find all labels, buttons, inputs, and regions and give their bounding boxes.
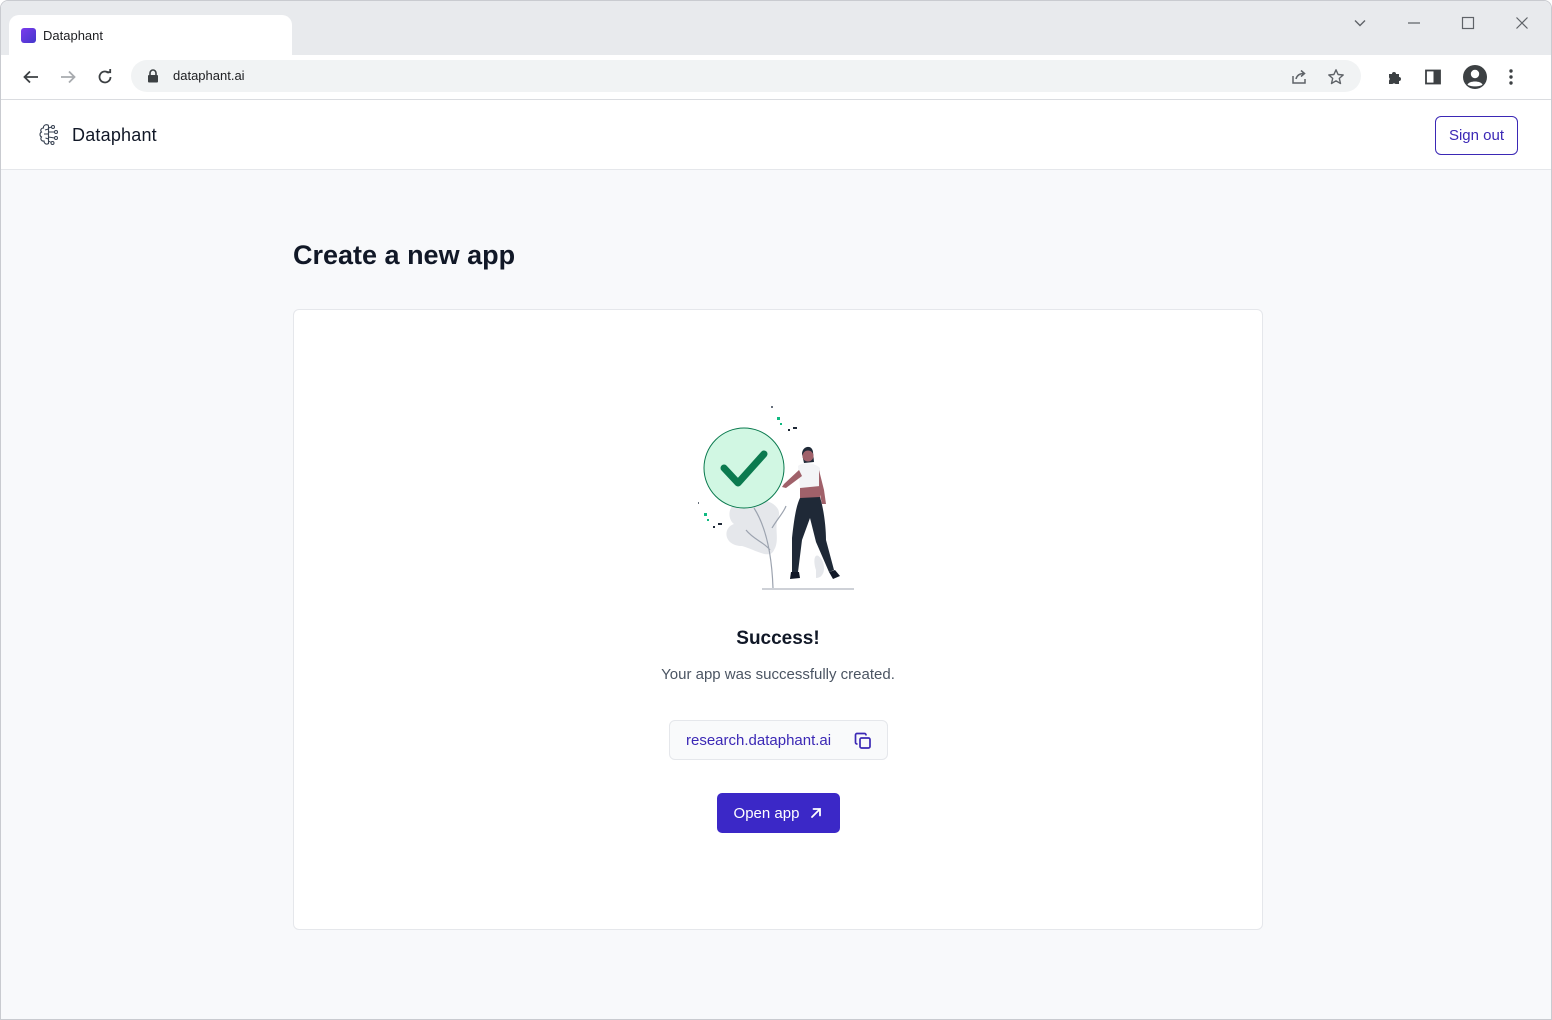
- page-content: Dataphant Sign out Create a new app Succ…: [1, 101, 1551, 1019]
- forward-arrow-icon[interactable]: [52, 61, 84, 93]
- success-card: Success! Your app was successfully creat…: [293, 309, 1263, 930]
- share-icon[interactable]: [1286, 64, 1312, 90]
- tab-search-chevron-icon[interactable]: [1345, 9, 1375, 37]
- browser-window: Dataphant dataphant.ai Dataphant Sign ou…: [0, 0, 1552, 1020]
- bookmark-star-icon[interactable]: [1323, 64, 1349, 90]
- browser-tab[interactable]: Dataphant: [9, 15, 292, 55]
- app-url-box: research.dataphant.ai: [669, 720, 888, 760]
- app-header: Dataphant Sign out: [1, 101, 1551, 170]
- success-title: Success!: [736, 628, 820, 649]
- favicon-icon: [21, 27, 36, 43]
- lock-icon[interactable]: [145, 68, 161, 84]
- close-icon[interactable]: [1507, 9, 1537, 37]
- address-bar[interactable]: dataphant.ai: [131, 60, 1361, 92]
- maximize-icon[interactable]: [1453, 9, 1483, 37]
- open-app-label: Open app: [733, 804, 800, 822]
- browser-toolbar: dataphant.ai: [1, 55, 1551, 100]
- browser-menu-icon[interactable]: [1495, 61, 1527, 93]
- page-title: Create a new app: [293, 240, 516, 270]
- extensions-puzzle-icon[interactable]: [1379, 61, 1411, 93]
- success-message: Your app was successfully created.: [661, 666, 895, 683]
- address-url[interactable]: dataphant.ai: [173, 68, 245, 83]
- app-url-text[interactable]: research.dataphant.ai: [686, 732, 831, 749]
- open-app-button[interactable]: Open app: [717, 793, 840, 833]
- minimize-icon[interactable]: [1399, 9, 1429, 37]
- back-arrow-icon[interactable]: [15, 61, 47, 93]
- brand[interactable]: Dataphant: [36, 122, 157, 148]
- success-illustration: [698, 406, 854, 590]
- tab-title: Dataphant: [43, 27, 103, 43]
- copy-icon[interactable]: [854, 732, 872, 750]
- profile-avatar-icon[interactable]: [1459, 61, 1491, 93]
- external-arrow-icon: [811, 808, 822, 818]
- side-panel-icon[interactable]: [1417, 61, 1449, 93]
- brain-logo-icon: [39, 124, 58, 145]
- tab-strip: Dataphant: [1, 1, 1551, 55]
- brand-name: Dataphant: [72, 124, 157, 145]
- sign-out-button[interactable]: Sign out: [1434, 116, 1518, 155]
- reload-icon[interactable]: [89, 61, 121, 93]
